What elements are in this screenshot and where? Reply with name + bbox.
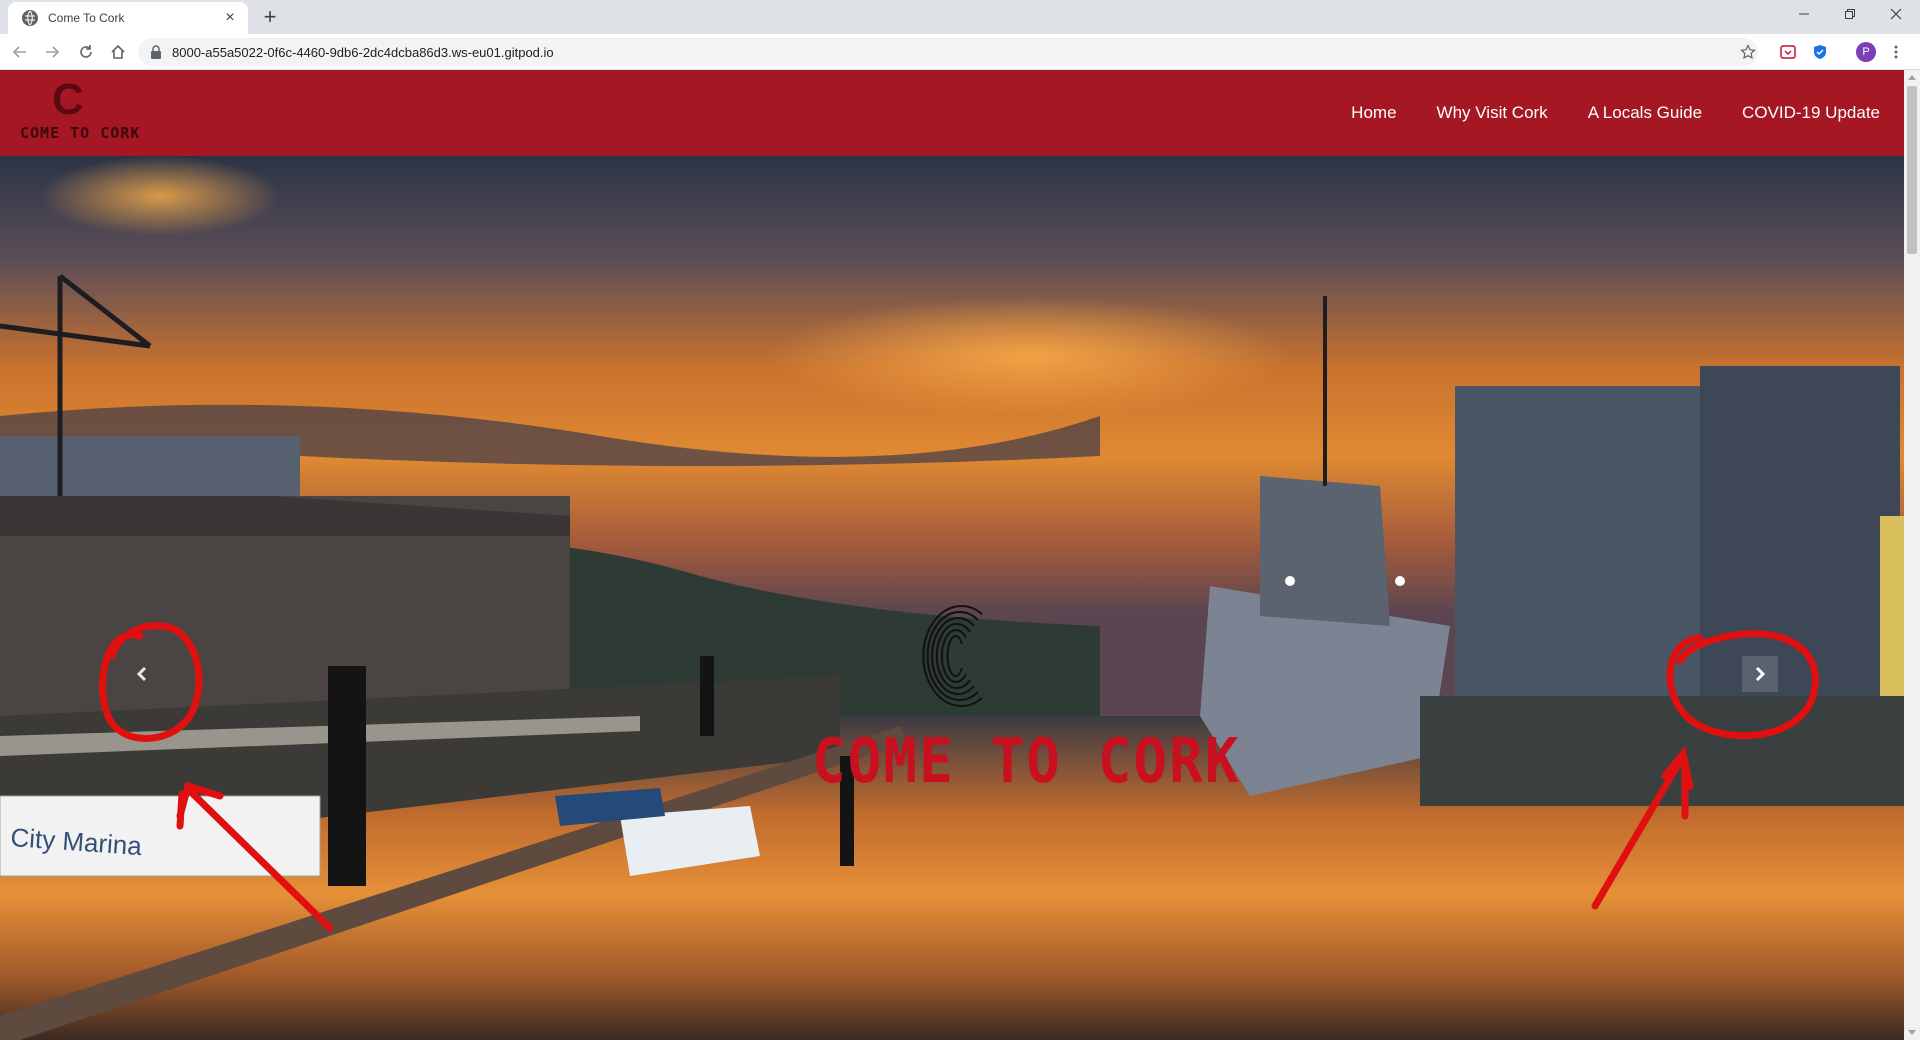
- hero-carousel: City Marina COME TO CORK: [0, 156, 1904, 1040]
- hero-title: COME TO CORK: [812, 725, 1241, 798]
- chevron-left-icon: [136, 666, 147, 682]
- url-text: 8000-a55a5022-0f6c-4460-9db6-2dc4dcba86d…: [172, 44, 554, 60]
- tab-title: Come To Cork: [48, 11, 125, 25]
- back-arrow-icon[interactable]: [8, 40, 32, 64]
- brand-logo[interactable]: C COME TO CORK: [20, 75, 139, 146]
- brand-text: COME TO CORK: [20, 124, 141, 142]
- minimize-icon[interactable]: [1782, 0, 1826, 28]
- page-scrollbar[interactable]: [1904, 70, 1920, 1040]
- globe-icon: [22, 10, 38, 26]
- nav-link-covid-update[interactable]: COVID-19 Update: [1742, 103, 1880, 123]
- reload-icon[interactable]: [74, 40, 98, 64]
- site-header: C COME TO CORK Home Why Visit Cork A Loc…: [0, 70, 1904, 156]
- hero-logo: COME TO CORK: [812, 596, 1241, 798]
- page-viewport: C COME TO CORK Home Why Visit Cork A Loc…: [0, 70, 1904, 1040]
- scroll-down-arrow-icon[interactable]: [1908, 1030, 1916, 1035]
- more-menu-icon[interactable]: [1886, 42, 1906, 62]
- lock-icon: [151, 45, 161, 59]
- browser-tab-strip: Come To Cork × +: [0, 0, 1920, 34]
- chevron-right-icon: [1755, 666, 1766, 682]
- nav-link-locals-guide[interactable]: A Locals Guide: [1588, 103, 1702, 123]
- browser-tab[interactable]: Come To Cork ×: [8, 2, 248, 34]
- scrollbar-thumb[interactable]: [1907, 86, 1917, 254]
- profile-avatar[interactable]: P: [1856, 42, 1876, 62]
- bookmark-star-icon[interactable]: [1738, 42, 1758, 62]
- close-window-icon[interactable]: [1874, 0, 1918, 28]
- carousel-prev-button[interactable]: [124, 656, 160, 692]
- restore-icon[interactable]: [1828, 0, 1872, 28]
- nav-link-home[interactable]: Home: [1351, 103, 1396, 123]
- main-nav: Home Why Visit Cork A Locals Guide COVID…: [1351, 70, 1880, 156]
- brand-letter: C: [52, 75, 84, 124]
- carousel-next-button[interactable]: [1742, 656, 1778, 692]
- pocket-extension-icon[interactable]: [1778, 42, 1798, 62]
- new-tab-button[interactable]: +: [258, 6, 282, 30]
- nav-link-why-visit-cork[interactable]: Why Visit Cork: [1437, 103, 1548, 123]
- forward-arrow-icon[interactable]: [40, 40, 64, 64]
- shield-extension-icon[interactable]: [1810, 42, 1830, 62]
- fingerprint-c-icon: [922, 605, 983, 707]
- home-icon[interactable]: [106, 40, 130, 64]
- browser-toolbar: 8000-a55a5022-0f6c-4460-9db6-2dc4dcba86d…: [0, 34, 1920, 70]
- address-bar[interactable]: 8000-a55a5022-0f6c-4460-9db6-2dc4dcba86d…: [138, 38, 1758, 66]
- scroll-up-arrow-icon[interactable]: [1908, 75, 1916, 80]
- tab-close-icon[interactable]: ×: [222, 10, 238, 26]
